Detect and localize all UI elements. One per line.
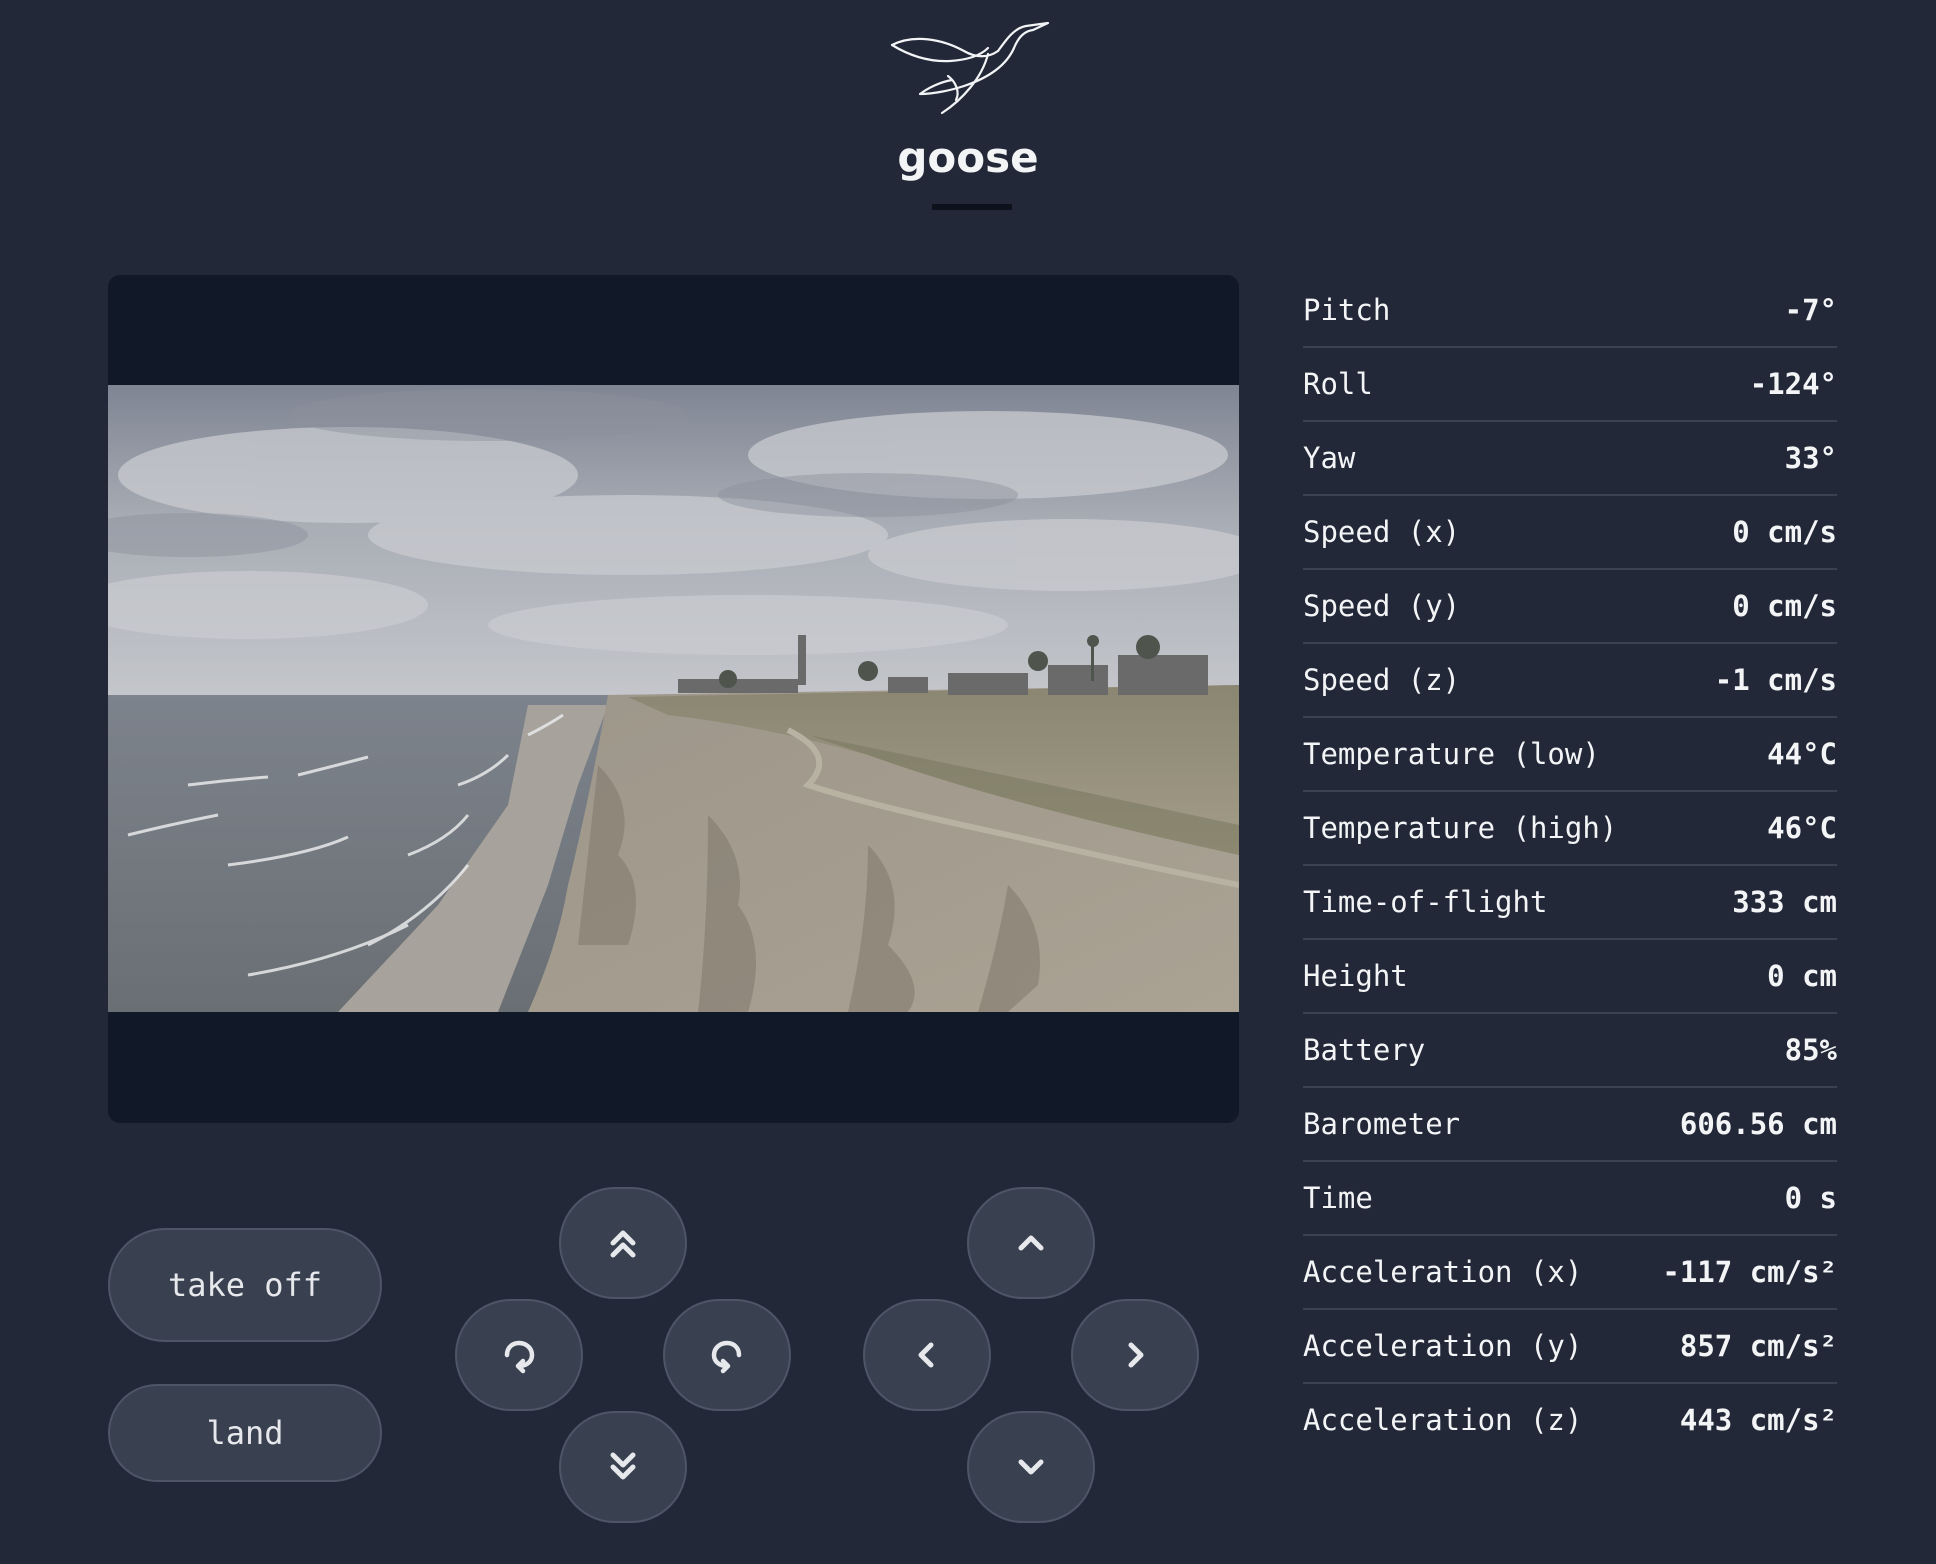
land-button[interactable]: land — [108, 1384, 382, 1482]
telemetry-list: Pitch -7° Roll -124° Yaw 33° Speed (x) 0… — [1303, 274, 1837, 1458]
telemetry-value: 333 cm — [1732, 885, 1837, 919]
app-title: goose — [897, 133, 1039, 182]
video-panel — [108, 275, 1239, 1123]
telemetry-label: Acceleration (z) — [1303, 1403, 1583, 1437]
telemetry-label: Temperature (high) — [1303, 811, 1618, 845]
telemetry-row-barometer: Barometer 606.56 cm — [1303, 1088, 1837, 1162]
telemetry-row-acceleration-y: Acceleration (y) 857 cm/s² — [1303, 1310, 1837, 1384]
telemetry-row-height: Height 0 cm — [1303, 940, 1837, 1014]
telemetry-value: 443 cm/s² — [1679, 1403, 1837, 1437]
chevron-right-icon — [1128, 1342, 1144, 1368]
telemetry-label: Speed (x) — [1303, 515, 1461, 549]
telemetry-row-speed-y: Speed (y) 0 cm/s — [1303, 570, 1837, 644]
telemetry-label: Roll — [1303, 367, 1373, 401]
rotate-clockwise-button[interactable] — [663, 1299, 791, 1411]
telemetry-label: Speed (y) — [1303, 589, 1461, 623]
telemetry-row-time-of-flight: Time-of-flight 333 cm — [1303, 866, 1837, 940]
telemetry-label: Speed (z) — [1303, 663, 1461, 697]
telemetry-row-acceleration-x: Acceleration (x) -117 cm/s² — [1303, 1236, 1837, 1310]
telemetry-row-battery: Battery 85% — [1303, 1014, 1837, 1088]
telemetry-row-temperature-low: Temperature (low) 44°C — [1303, 718, 1837, 792]
move-forward-button[interactable] — [967, 1187, 1095, 1299]
move-right-button[interactable] — [1071, 1299, 1199, 1411]
telemetry-value: -124° — [1749, 367, 1837, 401]
telemetry-value: 0 cm — [1767, 959, 1837, 993]
telemetry-label: Barometer — [1303, 1107, 1461, 1141]
telemetry-row-speed-z: Speed (z) -1 cm/s — [1303, 644, 1837, 718]
telemetry-label: Battery — [1303, 1033, 1426, 1067]
double-chevron-up-icon — [610, 1230, 636, 1258]
telemetry-label: Yaw — [1303, 441, 1356, 475]
telemetry-value: 44°C — [1767, 737, 1837, 771]
move-left-button[interactable] — [863, 1299, 991, 1411]
chevron-down-icon — [1018, 1459, 1044, 1475]
descend-button[interactable] — [559, 1411, 687, 1523]
telemetry-value: -7° — [1784, 293, 1837, 327]
telemetry-value: 46°C — [1767, 811, 1837, 845]
telemetry-row-roll: Roll -124° — [1303, 348, 1837, 422]
telemetry-value: 0 cm/s — [1732, 589, 1837, 623]
goose-logo-icon — [890, 21, 1050, 115]
telemetry-row-pitch: Pitch -7° — [1303, 274, 1837, 348]
move-back-button[interactable] — [967, 1411, 1095, 1523]
telemetry-row-speed-x: Speed (x) 0 cm/s — [1303, 496, 1837, 570]
telemetry-label: Acceleration (y) — [1303, 1329, 1583, 1363]
telemetry-label: Time-of-flight — [1303, 885, 1548, 919]
rotate-clockwise-icon — [711, 1340, 742, 1374]
chevron-left-icon — [918, 1342, 934, 1368]
drone-camera-feed — [108, 385, 1239, 1012]
telemetry-value: 85% — [1784, 1033, 1837, 1067]
telemetry-row-time: Time 0 s — [1303, 1162, 1837, 1236]
telemetry-value: 857 cm/s² — [1679, 1329, 1837, 1363]
telemetry-value: 33° — [1784, 441, 1837, 475]
chevron-up-icon — [1018, 1235, 1044, 1251]
rotate-counterclockwise-button[interactable] — [455, 1299, 583, 1411]
ascend-button[interactable] — [559, 1187, 687, 1299]
title-underline — [932, 204, 1012, 210]
telemetry-label: Temperature (low) — [1303, 737, 1600, 771]
telemetry-value: -117 cm/s² — [1662, 1255, 1837, 1289]
double-chevron-down-icon — [610, 1452, 636, 1480]
telemetry-value: 0 cm/s — [1732, 515, 1837, 549]
telemetry-row-temperature-high: Temperature (high) 46°C — [1303, 792, 1837, 866]
telemetry-label: Pitch — [1303, 293, 1391, 327]
rotate-counterclockwise-icon — [504, 1340, 535, 1374]
telemetry-label: Acceleration (x) — [1303, 1255, 1583, 1289]
telemetry-row-yaw: Yaw 33° — [1303, 422, 1837, 496]
telemetry-row-acceleration-z: Acceleration (z) 443 cm/s² — [1303, 1384, 1837, 1458]
telemetry-value: 606.56 cm — [1679, 1107, 1837, 1141]
telemetry-label: Time — [1303, 1181, 1373, 1215]
telemetry-value: 0 s — [1784, 1181, 1837, 1215]
telemetry-label: Height — [1303, 959, 1408, 993]
telemetry-value: -1 cm/s — [1714, 663, 1837, 697]
take-off-button[interactable]: take off — [108, 1228, 382, 1342]
